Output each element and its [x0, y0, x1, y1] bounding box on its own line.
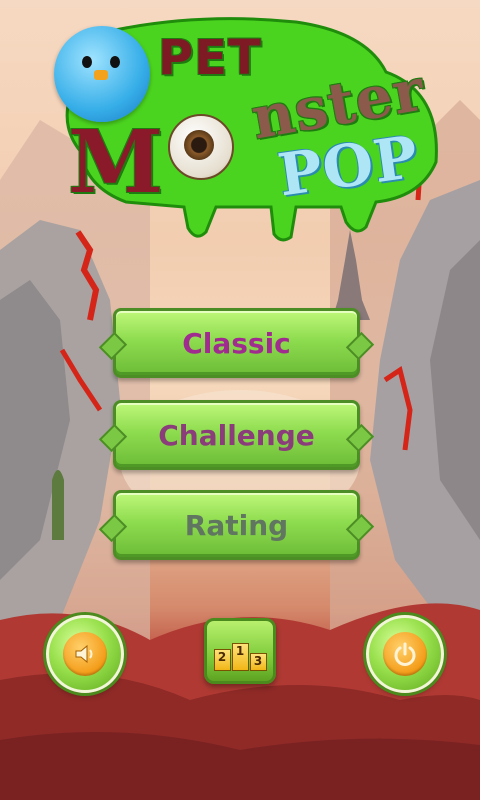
power-button[interactable]	[366, 615, 444, 693]
podium-third: 3	[249, 653, 267, 671]
challenge-button[interactable]: Challenge	[98, 400, 375, 470]
classic-button[interactable]: Classic	[98, 308, 375, 378]
leaderboard-button[interactable]: 2 1 3	[204, 618, 276, 684]
rating-button[interactable]: Rating	[98, 490, 375, 560]
eyeball	[168, 114, 234, 180]
speaker-icon	[63, 632, 107, 676]
rating-label: Rating	[184, 508, 289, 542]
classic-label: Classic	[182, 326, 291, 360]
podium-first: 1	[231, 643, 249, 671]
power-icon	[383, 632, 427, 676]
podium-icon: 2 1 3	[213, 643, 267, 671]
podium-second: 2	[213, 649, 231, 671]
logo-letter-m: M	[68, 112, 165, 213]
sound-button[interactable]	[46, 615, 124, 693]
game-logo: PET M nster POP	[46, 12, 446, 242]
bird-mascot	[54, 26, 150, 122]
challenge-label: Challenge	[158, 418, 315, 452]
logo-word-pet: PET	[158, 30, 262, 86]
